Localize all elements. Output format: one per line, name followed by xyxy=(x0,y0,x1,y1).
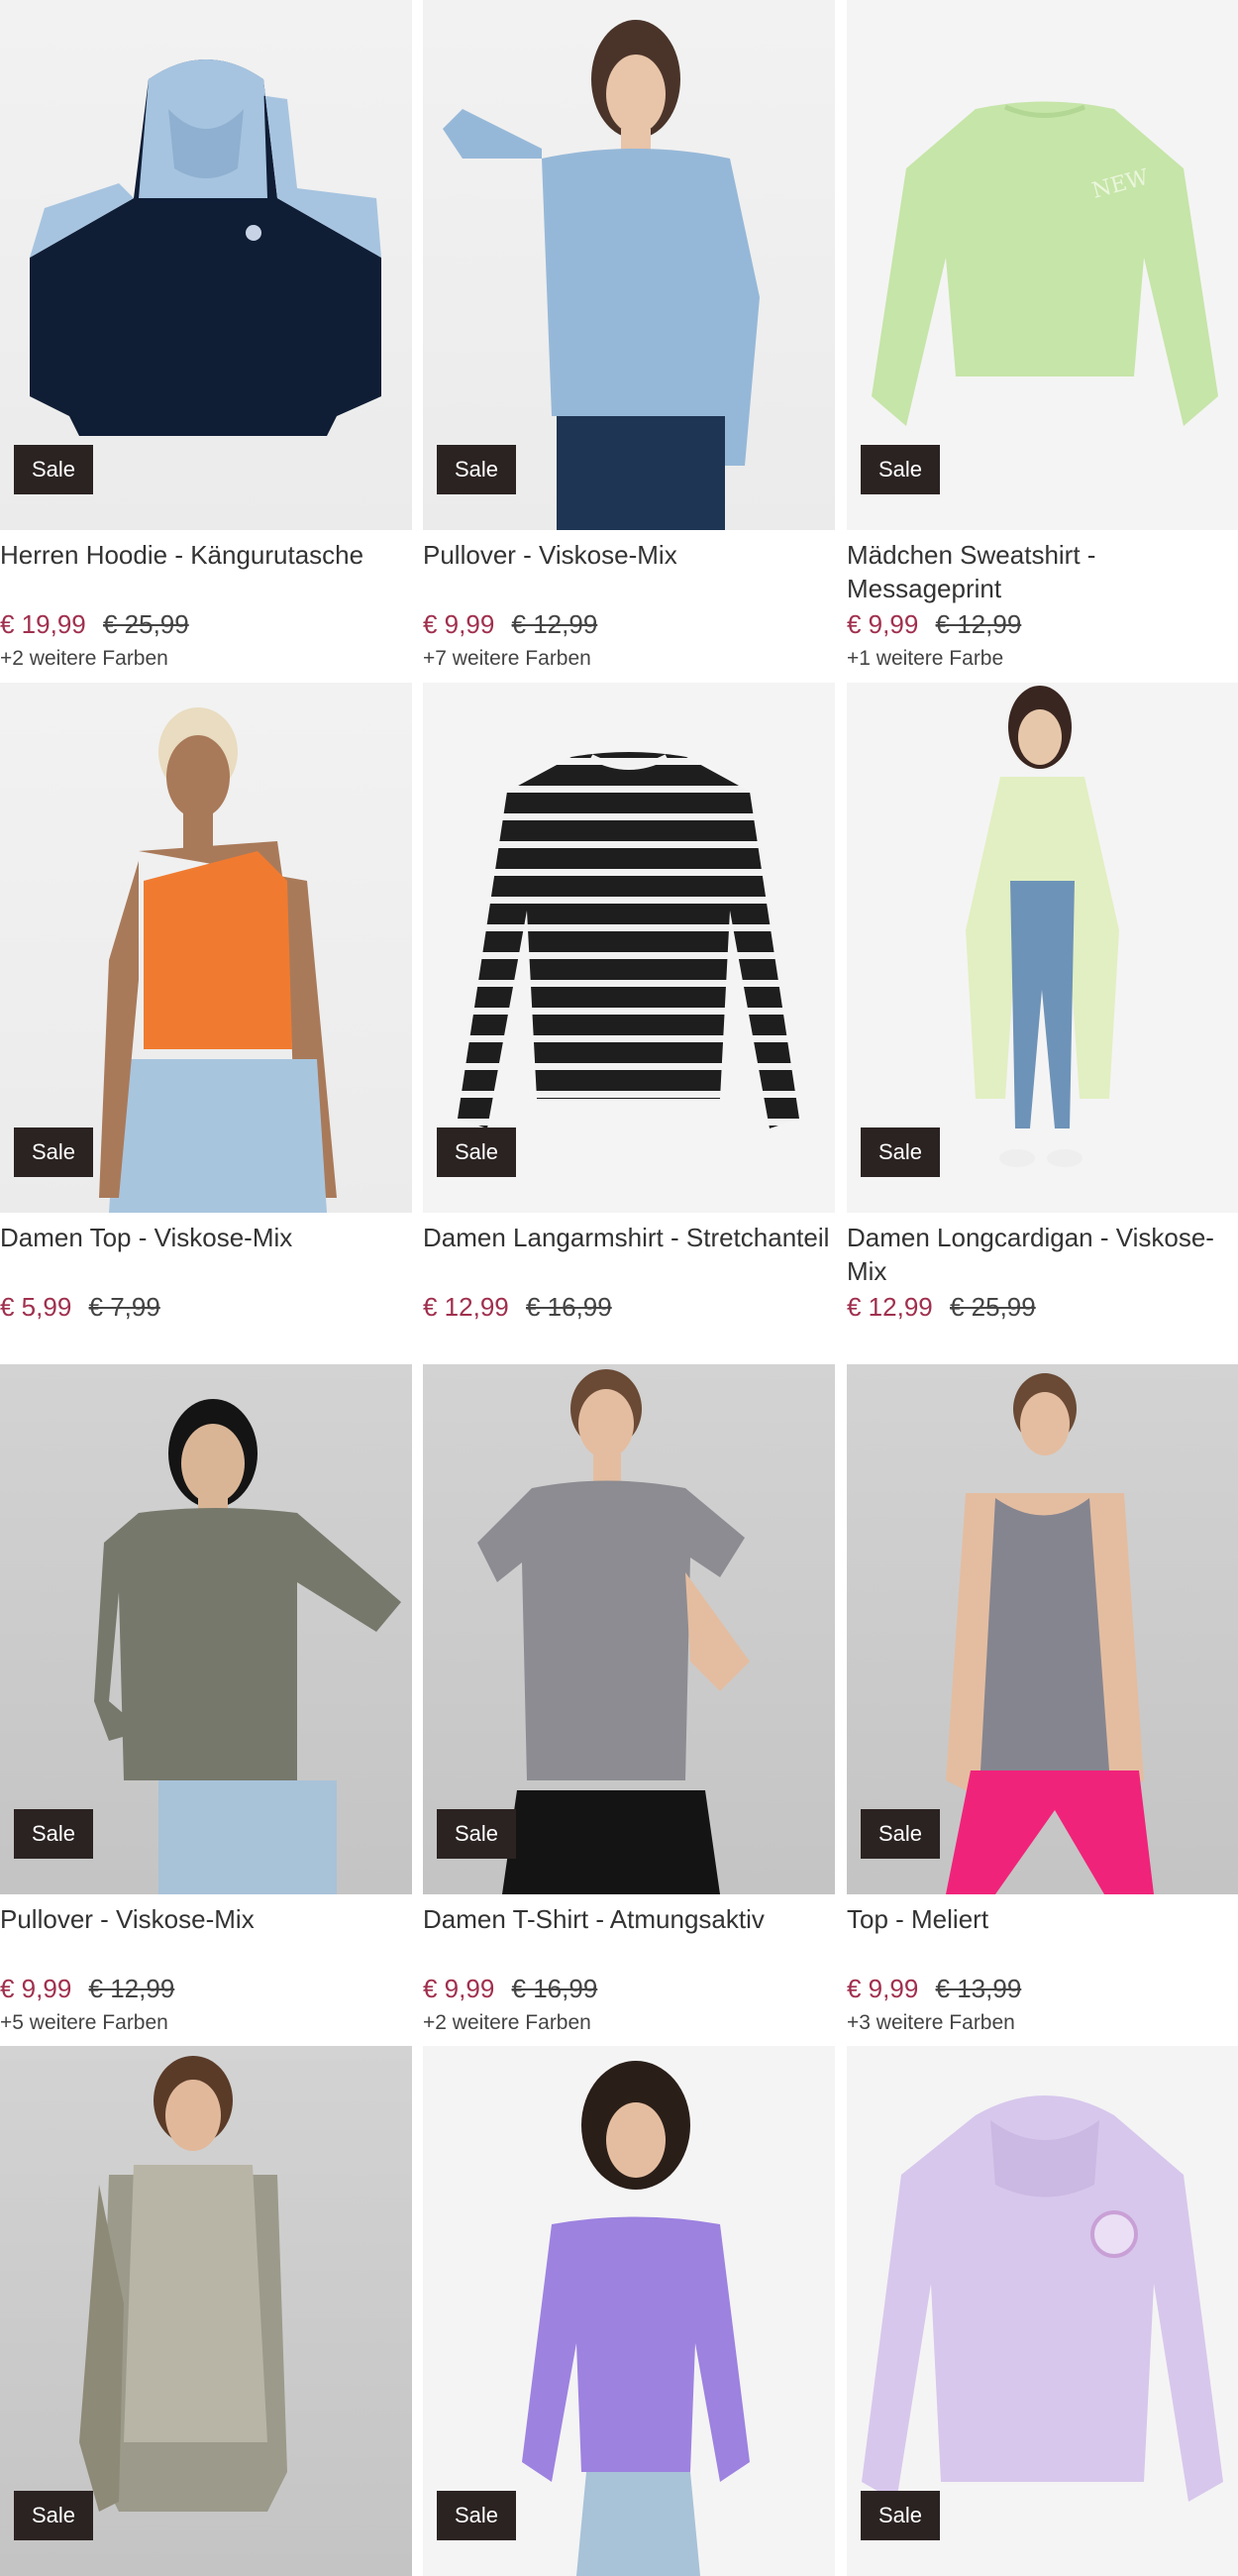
price-row: € 9,99 € 16,99 xyxy=(423,1974,835,2003)
price-row: € 12,99 € 16,99 xyxy=(423,1292,835,1322)
product-image[interactable]: Sale xyxy=(847,1364,1238,1894)
product-image[interactable]: Sale xyxy=(0,2046,412,2576)
original-price: € 16,99 xyxy=(511,1974,598,2003)
price-row: € 9,99 € 12,99 xyxy=(847,609,1238,639)
product-image[interactable]: Sale xyxy=(0,1364,412,1894)
sale-badge: Sale xyxy=(861,1809,941,1859)
sale-badge: Sale xyxy=(14,445,94,494)
more-colors[interactable]: +1 weitere Farbe xyxy=(847,647,1238,671)
product-title[interactable]: Herren Hoodie - Kängurutasche xyxy=(0,538,412,609)
sale-price: € 9,99 xyxy=(847,609,919,639)
more-colors[interactable]: +2 weitere Farben xyxy=(0,647,412,671)
product-title[interactable]: Damen Langarmshirt - Stretchanteil xyxy=(423,1221,835,1292)
sale-badge: Sale xyxy=(437,1809,517,1859)
original-price: € 16,99 xyxy=(525,1292,612,1322)
original-price: € 12,99 xyxy=(88,1974,175,2003)
product-card[interactable]: Sale Damen T-Shirt - Atmungsaktiv € 9,99… xyxy=(423,1364,835,2035)
product-title[interactable]: Damen T-Shirt - Atmungsaktiv xyxy=(423,1902,835,1974)
product-card[interactable]: Sale Herren Hoodie - Kängurutasche € 19,… xyxy=(0,0,412,671)
price-row: € 12,99 € 25,99 xyxy=(847,1292,1238,1322)
original-price: € 12,99 xyxy=(511,609,598,639)
product-image[interactable]: Sale xyxy=(0,0,412,530)
sale-price: € 12,99 xyxy=(847,1292,933,1322)
original-price: € 25,99 xyxy=(102,609,189,639)
sale-price: € 9,99 xyxy=(423,1974,495,2003)
product-card[interactable]: NEW Sale Mädchen Sweatshirt - Messagepri… xyxy=(847,0,1238,671)
product-title[interactable]: Pullover - Viskose-Mix xyxy=(423,538,835,609)
product-image[interactable]: Sale xyxy=(847,683,1238,1213)
product-image[interactable]: Sale xyxy=(0,683,412,1213)
product-card[interactable]: Sale xyxy=(847,2046,1238,2576)
product-image[interactable]: Sale xyxy=(423,2046,835,2576)
product-card[interactable]: Sale Damen Langarmshirt - Stretchanteil … xyxy=(423,683,835,1330)
sale-price: € 19,99 xyxy=(0,609,86,639)
product-grid: Sale Herren Hoodie - Kängurutasche € 19,… xyxy=(0,0,1238,2576)
sale-badge: Sale xyxy=(14,2491,94,2540)
original-price: € 13,99 xyxy=(935,1974,1022,2003)
product-card[interactable]: Sale xyxy=(423,2046,835,2576)
sale-badge: Sale xyxy=(437,445,517,494)
more-colors[interactable]: +5 weitere Farben xyxy=(0,2011,412,2035)
product-title[interactable]: Damen Longcardigan - Viskose-Mix xyxy=(847,1221,1238,1292)
sale-price: € 9,99 xyxy=(847,1974,919,2003)
product-image[interactable]: NEW Sale xyxy=(847,0,1238,530)
sale-price: € 5,99 xyxy=(0,1292,72,1322)
original-price: € 25,99 xyxy=(949,1292,1036,1322)
sale-badge: Sale xyxy=(437,2491,517,2540)
sale-price: € 12,99 xyxy=(423,1292,509,1322)
product-title[interactable]: Mädchen Sweatshirt - Messageprint xyxy=(847,538,1238,609)
product-card[interactable]: Sale Pullover - Viskose-Mix € 9,99 € 12,… xyxy=(423,0,835,671)
original-price: € 12,99 xyxy=(935,609,1022,639)
price-row: € 5,99 € 7,99 xyxy=(0,1292,412,1322)
sale-badge: Sale xyxy=(861,1127,941,1177)
product-card[interactable]: Sale Pullover - Viskose-Mix € 9,99 € 12,… xyxy=(0,1364,412,2035)
price-row: € 19,99 € 25,99 xyxy=(0,609,412,639)
price-row: € 9,99 € 12,99 xyxy=(423,609,835,639)
sale-badge: Sale xyxy=(14,1809,94,1859)
product-card[interactable]: Sale Damen Top - Viskose-Mix € 5,99 € 7,… xyxy=(0,683,412,1330)
product-card[interactable]: Sale Top - Meliert € 9,99 € 13,99 +3 wei… xyxy=(847,1364,1238,2035)
product-title[interactable]: Damen Top - Viskose-Mix xyxy=(0,1221,412,1292)
product-image[interactable]: Sale xyxy=(423,0,835,530)
product-title[interactable]: Pullover - Viskose-Mix xyxy=(0,1902,412,1974)
product-title[interactable]: Top - Meliert xyxy=(847,1902,1238,1974)
price-row: € 9,99 € 13,99 xyxy=(847,1974,1238,2003)
product-card[interactable]: Sale xyxy=(0,2046,412,2576)
product-image[interactable]: Sale xyxy=(847,2046,1238,2576)
more-colors[interactable]: +3 weitere Farben xyxy=(847,2011,1238,2035)
price-row: € 9,99 € 12,99 xyxy=(0,1974,412,2003)
sale-badge: Sale xyxy=(14,1127,94,1177)
product-card[interactable]: Sale Damen Longcardigan - Viskose-Mix € … xyxy=(847,683,1238,1330)
sale-badge: Sale xyxy=(861,2491,941,2540)
product-image[interactable]: Sale xyxy=(423,683,835,1213)
product-image[interactable]: Sale xyxy=(423,1364,835,1894)
sale-price: € 9,99 xyxy=(423,609,495,639)
sale-price: € 9,99 xyxy=(0,1974,72,2003)
original-price: € 7,99 xyxy=(88,1292,160,1322)
sale-badge: Sale xyxy=(861,445,941,494)
more-colors[interactable]: +7 weitere Farben xyxy=(423,647,835,671)
sale-badge: Sale xyxy=(437,1127,517,1177)
more-colors[interactable]: +2 weitere Farben xyxy=(423,2011,835,2035)
